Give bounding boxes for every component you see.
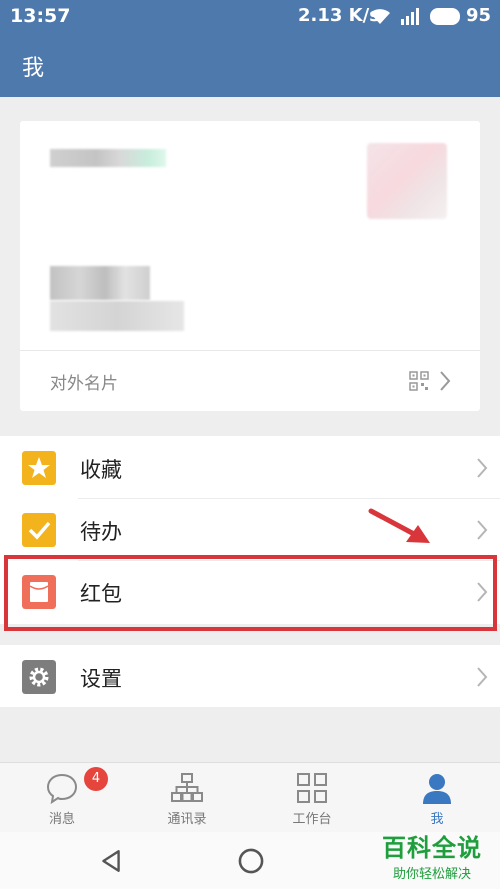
avatar	[367, 143, 447, 219]
blurred-name	[50, 149, 166, 167]
chevron-right-icon	[477, 458, 488, 478]
bottom-tab-bar: 4 消息 通讯录 工作台 我	[0, 762, 500, 832]
menu-item-favorites[interactable]: 收藏	[0, 436, 500, 498]
menu-item-settings[interactable]: 设置	[0, 645, 500, 707]
signal-icon	[401, 8, 419, 25]
blurred-department	[50, 301, 184, 331]
tab-label: 我	[430, 812, 444, 827]
external-card-label: 对外名片	[50, 374, 118, 394]
page-title: 我	[22, 56, 45, 81]
watermark-subtitle: 助你轻松解决	[392, 867, 471, 882]
message-icon	[46, 773, 78, 805]
watermark-title: 百科全说	[382, 834, 482, 862]
blurred-company	[50, 266, 150, 300]
tab-label: 通讯录	[167, 812, 207, 827]
tab-label: 工作台	[292, 812, 332, 827]
chevron-right-icon	[477, 667, 488, 687]
chevron-right-icon	[440, 371, 451, 391]
top-bar: 13:57 2.13 K/s 95 我	[0, 0, 500, 97]
menu-group-settings: 设置	[0, 645, 500, 707]
qr-code-icon[interactable]	[409, 371, 429, 391]
tab-contacts[interactable]: 通讯录	[137, 763, 237, 833]
annotation-arrow-icon	[368, 508, 430, 543]
tab-messages[interactable]: 4 消息	[12, 763, 112, 833]
tab-me[interactable]: 我	[387, 763, 487, 833]
status-bar: 13:57 2.13 K/s 95	[0, 0, 500, 34]
watermark-logo: 百科全说 助你轻松解决	[370, 828, 494, 884]
battery-icon	[430, 8, 460, 25]
unread-badge: 4	[84, 767, 108, 791]
battery-level: 95	[466, 5, 492, 26]
person-icon	[423, 774, 451, 804]
profile-card[interactable]: 对外名片	[20, 121, 480, 411]
menu-item-label: 设置	[80, 667, 122, 691]
tab-label: 消息	[48, 812, 75, 827]
card-divider	[20, 350, 480, 351]
org-chart-icon	[171, 773, 203, 802]
home-icon[interactable]	[237, 847, 265, 875]
status-time: 13:57	[10, 5, 71, 27]
grid-icon	[297, 773, 327, 803]
menu-item-label: 待办	[80, 520, 122, 544]
star-icon	[22, 451, 56, 485]
wifi-icon	[370, 9, 390, 24]
chevron-right-icon	[477, 520, 488, 540]
back-icon[interactable]	[98, 848, 124, 874]
check-icon	[22, 513, 56, 547]
highlight-box	[4, 555, 497, 631]
gear-icon	[22, 660, 56, 694]
menu-item-label: 收藏	[80, 458, 122, 482]
tab-workbench[interactable]: 工作台	[262, 763, 362, 833]
